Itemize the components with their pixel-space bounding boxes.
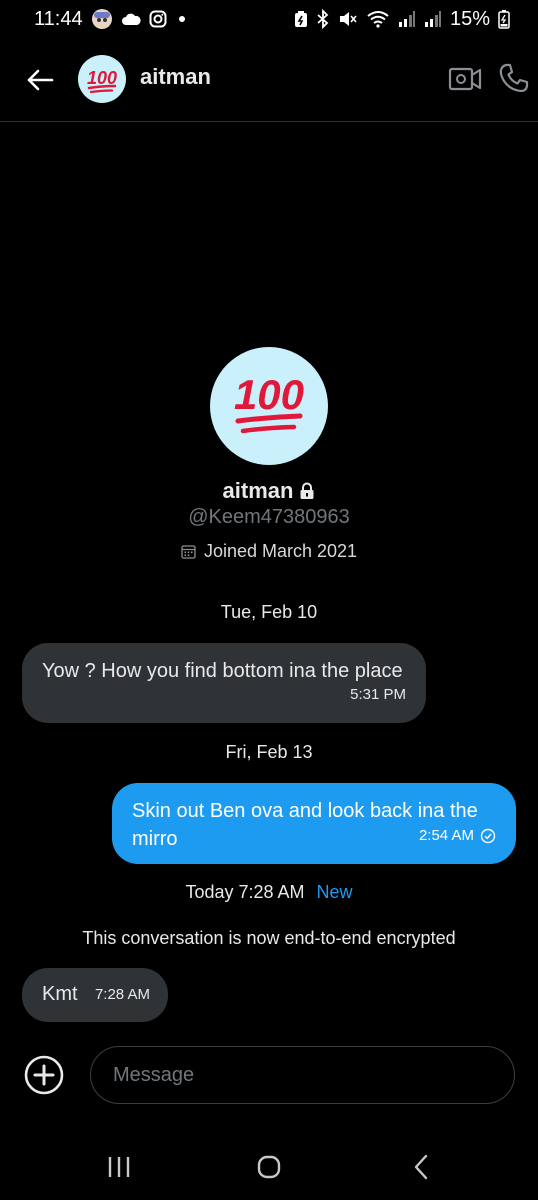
header-avatar[interactable]: 100 (78, 55, 126, 103)
profile-name-row: aitman (0, 478, 538, 504)
cloud-icon (121, 12, 141, 26)
profile-name: aitman (222, 478, 294, 503)
video-call-button[interactable] (448, 64, 482, 94)
system-nav-bar (0, 1130, 538, 1200)
phone-icon (499, 63, 529, 93)
signal-icon-2 (424, 10, 442, 28)
message-text: Yow ? How you find bottom ina the place (42, 660, 403, 682)
today-label: Today 7:28 AM (185, 882, 305, 902)
message-bubble-incoming[interactable]: Yow ? How you find bottom ina the place … (22, 643, 426, 723)
today-separator: Today 7:28 AM New (0, 882, 538, 903)
date-separator: Fri, Feb 13 (225, 742, 313, 762)
home-button[interactable] (249, 1152, 289, 1182)
profile-handle: @Keem47380963 (188, 506, 350, 528)
status-time: 11:44 (34, 7, 83, 30)
message-time: 7:28 AM (94, 986, 150, 1003)
recent-apps-icon (108, 1157, 130, 1177)
lock-icon (300, 482, 314, 499)
date-separator: Tue, Feb 10 (220, 602, 318, 622)
mute-icon (338, 10, 358, 28)
message-input[interactable] (90, 1046, 515, 1104)
sent-check-icon (480, 828, 496, 844)
message-time: 5:31 PM (350, 686, 406, 703)
calendar-icon (181, 545, 196, 559)
joined-date: Joined March 2021 (203, 541, 358, 561)
message-time-row: 2:54 AM (419, 822, 496, 850)
conversation-header: 100 aitman (0, 40, 538, 122)
add-attachment-button[interactable] (23, 1054, 65, 1096)
new-badge: New (316, 882, 353, 902)
battery-percent: 15% (449, 7, 490, 30)
system-back-button[interactable] (401, 1152, 441, 1182)
battery-icon (498, 9, 510, 29)
dot-icon (175, 12, 189, 26)
recent-apps-button[interactable] (99, 1152, 139, 1182)
header-username[interactable]: aitman (140, 64, 211, 90)
wifi-icon (366, 10, 390, 28)
profile-avatar-text: 100 (234, 371, 304, 418)
message-time: 2:54 AM (418, 827, 474, 844)
phone-call-button[interactable] (498, 62, 530, 94)
video-call-icon (448, 67, 482, 91)
joined-date-row: Joined March 2021 (0, 541, 538, 562)
bluetooth-icon (316, 9, 330, 29)
encryption-notice: This conversation is now end-to-end encr… (82, 928, 456, 948)
status-bar: 11:44 15% (0, 0, 538, 38)
signal-icon (398, 10, 416, 28)
message-text: Kmt (42, 983, 78, 1005)
arrow-left-icon (27, 69, 54, 91)
battery-saver-icon (294, 10, 308, 28)
avatar-notification-icon (91, 8, 113, 30)
chevron-left-icon (414, 1154, 428, 1180)
message-bubble-outgoing[interactable]: Skin out Ben ova and look back ina the m… (112, 783, 516, 864)
instagram-icon (149, 10, 167, 28)
profile-avatar[interactable]: 100 (210, 347, 328, 465)
plus-circle-icon (24, 1055, 64, 1095)
message-bubble-incoming[interactable]: Kmt 7:28 AM (22, 968, 168, 1022)
home-icon (257, 1155, 281, 1179)
back-button[interactable] (24, 64, 56, 96)
